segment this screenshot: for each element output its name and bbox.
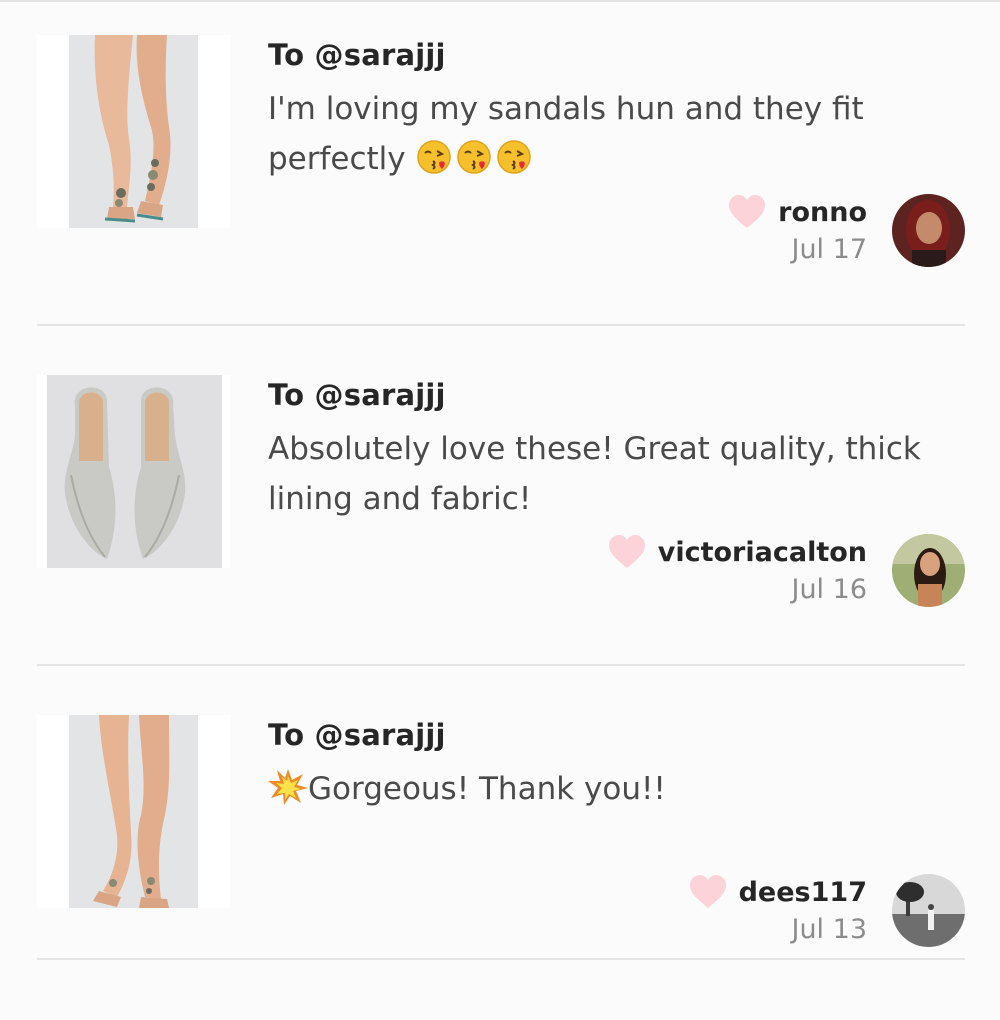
rhinestone-mules-product-image (47, 375, 222, 568)
review-feed: To @sarajjj I'm loving my sandals hun an… (0, 0, 1000, 998)
review-text: Gorgeous! Thank you!! (308, 771, 666, 807)
victoriacalton-avatar (892, 534, 965, 607)
review-card: To @sarajjj I'm loving my sandals hun an… (0, 0, 1000, 340)
review-text: I'm loving my sandals hun and they fit p… (268, 91, 864, 177)
username[interactable]: victoriacalton (658, 537, 867, 568)
author-row: ronno (728, 192, 867, 232)
user-avatar[interactable] (892, 194, 965, 267)
review-message: Gorgeous! Thank you!! (268, 764, 968, 820)
recipient-label[interactable]: To @sarajjj (268, 718, 446, 752)
review-text: Absolutely love these! Great quality, th… (268, 431, 921, 517)
kissing-face-icon (496, 139, 536, 190)
username[interactable]: ronno (778, 197, 867, 228)
heart-icon[interactable] (608, 535, 646, 569)
review-message: Absolutely love these! Great quality, th… (268, 424, 968, 524)
heart-icon[interactable] (728, 195, 766, 229)
sandals-product-image (69, 715, 198, 908)
ronno-avatar (892, 194, 965, 267)
review-card: To @sarajjj Gorgeous! Thank you!! dees11… (0, 680, 1000, 1020)
review-date: Jul 16 (791, 574, 867, 605)
product-thumbnail[interactable] (37, 375, 230, 568)
username[interactable]: dees117 (739, 877, 867, 908)
divider (37, 958, 965, 960)
user-avatar[interactable] (892, 874, 965, 947)
kissing-face-icon (416, 139, 456, 190)
dees117-avatar (892, 874, 965, 947)
product-thumbnail[interactable] (37, 35, 230, 228)
divider (37, 324, 965, 326)
author-row: victoriacalton (608, 532, 867, 572)
product-thumbnail[interactable] (37, 715, 230, 908)
collision-icon (268, 769, 308, 820)
review-card: To @sarajjj Absolutely love these! Great… (0, 340, 1000, 680)
recipient-label[interactable]: To @sarajjj (268, 38, 446, 72)
review-date: Jul 17 (791, 234, 867, 265)
recipient-label[interactable]: To @sarajjj (268, 378, 446, 412)
heart-icon[interactable] (689, 875, 727, 909)
kissing-face-icon (456, 139, 496, 190)
divider (37, 664, 965, 666)
author-row: dees117 (689, 872, 867, 912)
review-date: Jul 13 (791, 914, 867, 945)
user-avatar[interactable] (892, 534, 965, 607)
sandals-product-image (69, 35, 198, 228)
review-message: I'm loving my sandals hun and they fit p… (268, 84, 968, 190)
